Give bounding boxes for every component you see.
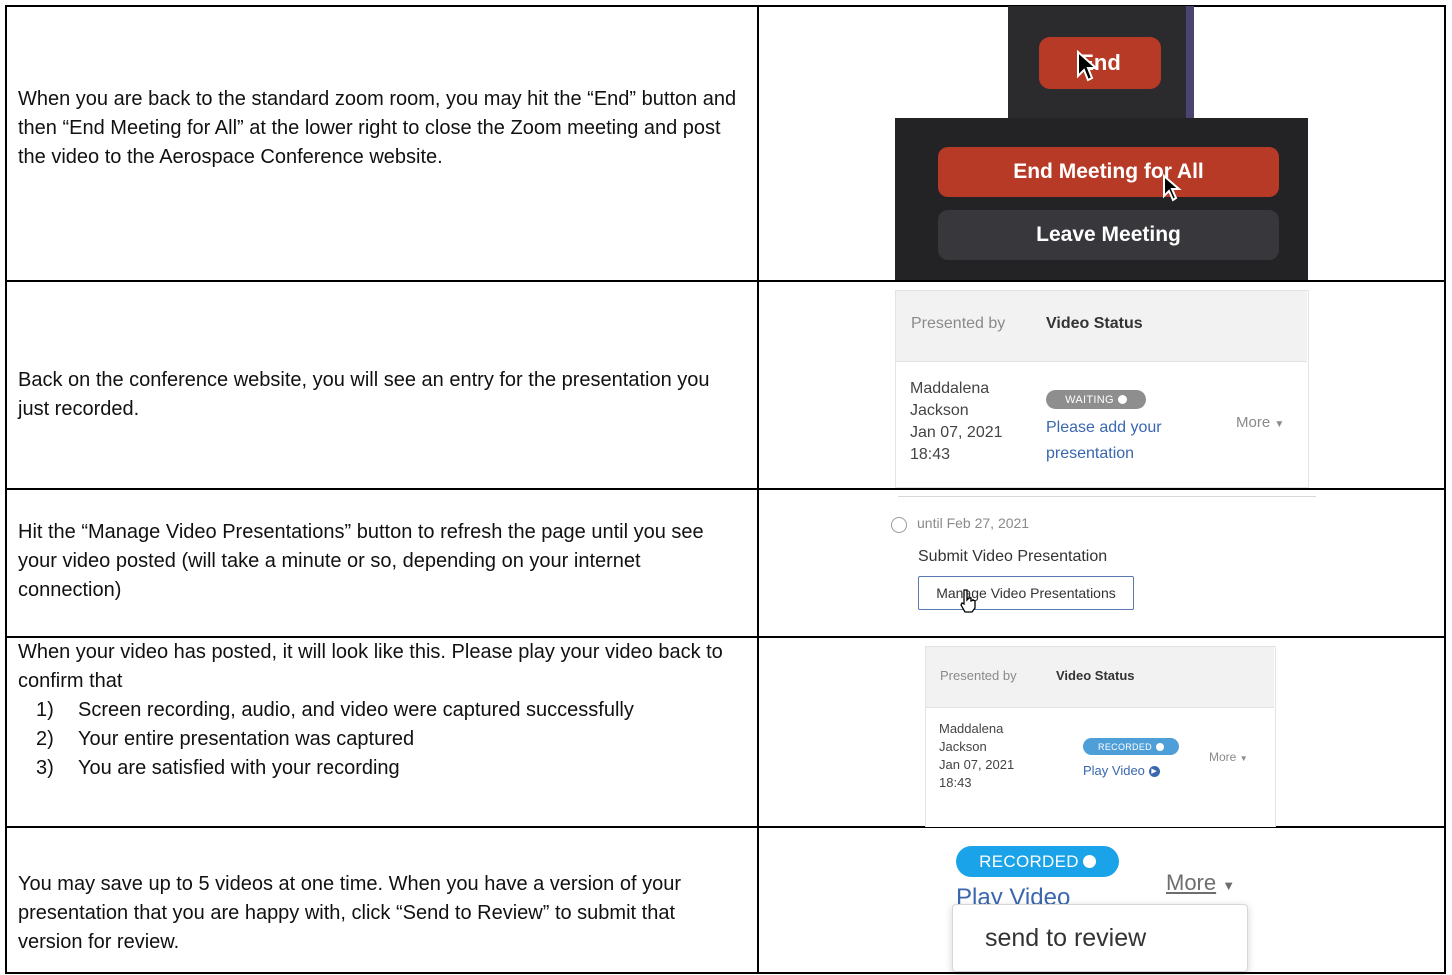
status-badge-recorded: RECORDED bbox=[1083, 738, 1179, 755]
arrow-cursor-icon bbox=[1077, 50, 1098, 82]
column-presented-by: Presented by bbox=[940, 668, 1017, 683]
confirmation-steps-list: 1) Screen recording, audio, and video wer… bbox=[18, 696, 743, 783]
step-number: 1) bbox=[36, 699, 54, 721]
end-button[interactable]: End bbox=[1039, 37, 1161, 89]
presenter-name: Maddalena Jackson Jan 07, 2021 18:43 bbox=[939, 720, 1014, 792]
info-icon bbox=[1117, 395, 1127, 404]
zoom-toolbar-edge bbox=[1186, 6, 1194, 118]
table-border-right bbox=[1444, 6, 1446, 974]
table-column-divider bbox=[757, 6, 759, 974]
status-badge-label: WAITING bbox=[1065, 393, 1114, 406]
table-border-left bbox=[5, 6, 7, 974]
step-number: 2) bbox=[36, 728, 54, 750]
row-divider-1 bbox=[5, 280, 1446, 282]
step-text: You are satisfied with your recording bbox=[78, 757, 400, 779]
list-item: 2) Your entire presentation was captured bbox=[36, 725, 743, 754]
column-video-status: Video Status bbox=[1056, 668, 1135, 683]
timeline-circle-icon bbox=[891, 517, 907, 533]
presenter-name: Maddalena Jackson Jan 07, 2021 18:43 bbox=[910, 378, 1003, 466]
column-video-status: Video Status bbox=[1046, 315, 1143, 332]
more-dropdown[interactable]: More ▼ bbox=[1166, 870, 1235, 896]
row5-instruction-text: You may save up to 5 videos at one time.… bbox=[18, 873, 681, 953]
caret-down-icon: ▼ bbox=[1274, 419, 1285, 430]
play-video-label: Play Video bbox=[956, 884, 1071, 906]
row2-instruction-text: Back on the conference website, you will… bbox=[18, 369, 710, 420]
table-border-bottom bbox=[5, 972, 1446, 974]
recording-time: 18:43 bbox=[939, 775, 972, 790]
row3-instruction-text: Hit the “Manage Video Presentations” but… bbox=[18, 521, 704, 601]
caret-down-icon: ▼ bbox=[1222, 878, 1236, 893]
step-number: 3) bbox=[36, 757, 54, 779]
more-label: More bbox=[1236, 414, 1271, 431]
more-label: More bbox=[1166, 870, 1217, 895]
recording-date: Jan 07, 2021 bbox=[910, 424, 1003, 441]
leave-meeting-label: Leave Meeting bbox=[1036, 223, 1181, 246]
recording-date: Jan 07, 2021 bbox=[939, 757, 1015, 772]
more-label: More bbox=[1209, 750, 1237, 764]
send-to-review-menu-item[interactable]: send to review bbox=[985, 924, 1146, 953]
recording-time: 18:43 bbox=[910, 446, 951, 463]
list-item: 3) You are satisfied with your recording bbox=[36, 754, 743, 783]
status-badge-label: RECORDED bbox=[979, 851, 1079, 871]
status-badge-recorded: RECORDED bbox=[956, 846, 1119, 877]
table-border-top bbox=[5, 5, 1446, 7]
presenter-first-name: Maddalena bbox=[910, 380, 990, 397]
arrow-cursor-icon bbox=[1163, 174, 1182, 202]
more-dropdown[interactable]: More ▼ bbox=[1236, 414, 1284, 431]
status-badge-label: RECORDED bbox=[1098, 741, 1152, 752]
caret-down-icon: ▼ bbox=[1239, 754, 1248, 763]
info-icon bbox=[1082, 855, 1096, 868]
add-presentation-link-line1: Please add your bbox=[1046, 419, 1162, 436]
end-meeting-for-all-button[interactable]: End Meeting for All bbox=[938, 147, 1279, 197]
row4-instruction-block: When your video has posted, it will look… bbox=[18, 638, 743, 783]
add-presentation-link-line2: presentation bbox=[1046, 445, 1135, 462]
presenter-last-name: Jackson bbox=[910, 402, 969, 419]
play-video-label: Play Video bbox=[1083, 763, 1145, 778]
row1-instruction-text: When you are back to the standard zoom r… bbox=[18, 88, 737, 168]
play-video-link[interactable]: Play Video ▶ bbox=[1083, 763, 1160, 778]
presenter-first-name: Maddalena bbox=[939, 721, 1004, 736]
play-video-link[interactable]: Play Video bbox=[956, 884, 1070, 906]
leave-meeting-button[interactable]: Leave Meeting bbox=[938, 210, 1279, 260]
manage-video-presentations-button[interactable]: Manage Video Presentations bbox=[918, 576, 1134, 610]
more-dropdown-menu: send to review bbox=[952, 904, 1248, 972]
column-presented-by: Presented by bbox=[911, 315, 1006, 332]
row-divider-2 bbox=[5, 488, 1446, 490]
play-circle-icon: ▶ bbox=[1148, 766, 1160, 778]
presenter-last-name: Jackson bbox=[939, 739, 987, 754]
submit-video-title: Submit Video Presentation bbox=[918, 548, 1108, 565]
info-icon bbox=[1155, 742, 1164, 751]
step-text: Your entire presentation was captured bbox=[78, 728, 415, 750]
deadline-text: until Feb 27, 2021 bbox=[917, 515, 1030, 531]
more-dropdown[interactable]: More ▼ bbox=[1209, 750, 1248, 764]
list-item: 1) Screen recording, audio, and video wer… bbox=[36, 696, 743, 725]
step-text: Screen recording, audio, and video were … bbox=[78, 699, 634, 721]
add-presentation-link[interactable]: Please add your presentation bbox=[1046, 415, 1162, 467]
status-badge-waiting: WAITING bbox=[1046, 390, 1146, 409]
hand-cursor-icon bbox=[960, 589, 976, 613]
row4-intro-text: When your video has posted, it will look… bbox=[18, 641, 723, 692]
